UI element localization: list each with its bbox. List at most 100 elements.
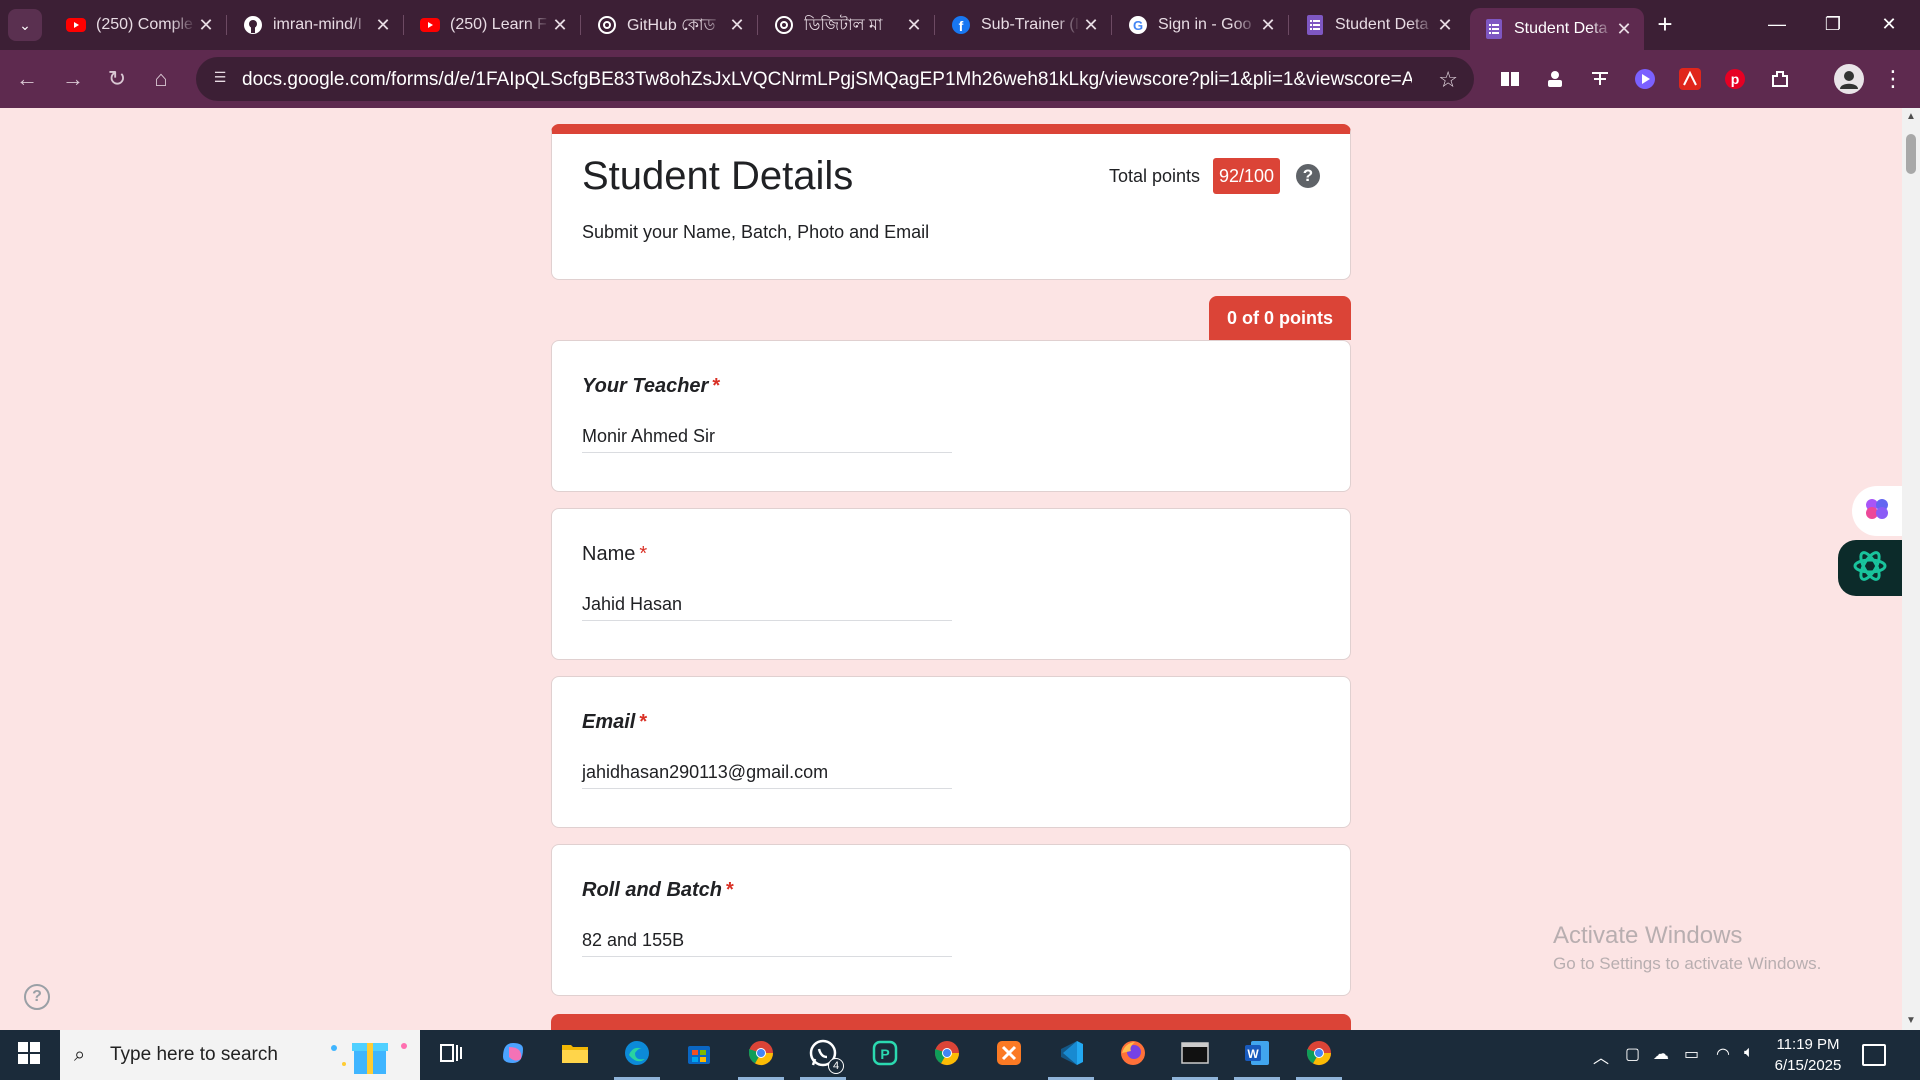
start-button[interactable] [0, 1030, 58, 1080]
battery-icon[interactable]: ▭ [1684, 1044, 1699, 1064]
browser-tab-active[interactable]: Student Deta ✕ [1470, 8, 1644, 50]
firefox-button[interactable] [1104, 1030, 1162, 1080]
translate-extension-icon[interactable] [1587, 66, 1613, 92]
reload-icon: ↻ [107, 66, 127, 91]
close-icon[interactable]: ✕ [1614, 19, 1634, 40]
xampp-icon [995, 1039, 1023, 1072]
vscode-button[interactable] [1042, 1030, 1100, 1080]
notification-badge: 4 [828, 1058, 844, 1074]
notification-center-icon[interactable] [1862, 1044, 1886, 1066]
pinterest-icon[interactable]: p [1722, 66, 1748, 92]
address-bar[interactable]: ☰ docs.google.com/forms/d/e/1FAIpQLScfgB… [196, 57, 1474, 101]
close-icon[interactable]: ✕ [904, 15, 924, 36]
chrome-button[interactable] [732, 1030, 790, 1080]
question-title: Email * [582, 711, 647, 734]
help-icon[interactable]: ? [1296, 164, 1320, 188]
wifi-icon[interactable]: ◠ [1716, 1044, 1730, 1064]
edge-button[interactable] [608, 1030, 666, 1080]
reload-button[interactable]: ↻ [102, 64, 132, 94]
taskbar-clock[interactable]: 11:19 PM 6/15/2025 [1770, 1034, 1846, 1076]
browser-tab[interactable]: ডিজিটাল মা ✕ [760, 8, 934, 42]
word-icon: W [1243, 1039, 1271, 1072]
close-icon[interactable]: ✕ [1435, 15, 1455, 36]
browser-tab[interactable]: f Sub-Trainer (I ✕ [937, 8, 1111, 42]
home-button[interactable]: ⌂ [146, 64, 176, 94]
form-header-card: Student Details Submit your Name, Batch,… [551, 124, 1351, 280]
svg-text:W: W [1247, 1047, 1259, 1061]
browser-tab[interactable]: imran-mind/I ✕ [229, 8, 403, 42]
browser-tab[interactable]: Student Deta ✕ [1291, 8, 1465, 42]
extension-icon[interactable] [1542, 66, 1568, 92]
close-window-button[interactable]: ✕ [1866, 8, 1912, 40]
vertical-scrollbar[interactable]: ▲ ▼ [1902, 108, 1920, 1030]
copilot-button[interactable] [484, 1030, 542, 1080]
forward-button[interactable]: → [58, 64, 88, 94]
onedrive-icon[interactable]: ☁ [1653, 1044, 1669, 1064]
browser-tab[interactable]: G Sign in - Goo ✕ [1114, 8, 1288, 42]
terminal-button[interactable] [1166, 1030, 1224, 1080]
volume-icon[interactable]: 🔈︎ [1744, 1044, 1754, 1062]
next-section-header [551, 1014, 1351, 1030]
close-icon[interactable]: ✕ [727, 15, 747, 36]
chrome-profile-button[interactable] [918, 1030, 976, 1080]
task-view-button[interactable] [422, 1030, 480, 1080]
xampp-button[interactable] [980, 1030, 1038, 1080]
profile-avatar[interactable] [1834, 64, 1864, 94]
close-icon[interactable]: ✕ [373, 15, 393, 36]
question-title: Your Teacher * [582, 375, 720, 398]
scroll-down-icon[interactable]: ▼ [1906, 1016, 1916, 1026]
file-explorer-button[interactable] [546, 1030, 604, 1080]
pycharm-button[interactable]: P [856, 1030, 914, 1080]
adobe-acrobat-icon[interactable] [1677, 66, 1703, 92]
browser-tab[interactable]: (250) Comple ✕ [52, 8, 226, 42]
microsoft-store-button[interactable] [670, 1030, 728, 1080]
terminal-icon [1181, 1041, 1209, 1069]
scrollbar-thumb[interactable] [1906, 134, 1916, 174]
word-button[interactable]: W [1228, 1030, 1286, 1080]
copilot-icon [499, 1039, 527, 1072]
google-forms-icon [1484, 19, 1504, 39]
back-button[interactable]: ← [12, 64, 42, 94]
extensions-puzzle-icon[interactable] [1767, 66, 1793, 92]
chrome-icon [747, 1039, 775, 1072]
chrome-profile-2-button[interactable] [1290, 1030, 1348, 1080]
firefox-icon [1119, 1039, 1147, 1072]
scroll-up-icon[interactable]: ▲ [1906, 112, 1916, 122]
media-extension-icon[interactable] [1632, 66, 1658, 92]
close-icon[interactable]: ✕ [1258, 15, 1278, 36]
close-icon[interactable]: ✕ [196, 15, 216, 36]
page-help-icon[interactable]: ? [24, 984, 50, 1010]
whatsapp-button[interactable]: 4 [794, 1030, 852, 1080]
close-icon[interactable]: ✕ [1081, 15, 1101, 36]
svg-text:p: p [1731, 71, 1740, 87]
question-card: Email * jahidhasan290113@gmail.com [551, 676, 1351, 828]
tab-title: Student Deta [1514, 20, 1608, 37]
tab-search-button[interactable]: ⌄ [8, 9, 42, 41]
tab-strip: ⌄ (250) Comple ✕ imran-mind/I ✕ (250) Le… [0, 0, 1920, 50]
question-card: Your Teacher * Monir Ahmed Sir [551, 340, 1351, 492]
restore-button[interactable]: ❐ [1810, 8, 1856, 40]
bookmark-star-icon[interactable]: ☆ [1438, 67, 1458, 93]
menu-kebab-icon[interactable]: ⋮ [1880, 66, 1906, 92]
svg-text:G: G [1133, 18, 1143, 33]
browser-tab[interactable]: GitHub কোড ✕ [583, 8, 757, 42]
google-icon: G [1128, 15, 1148, 35]
close-icon[interactable]: ✕ [550, 15, 570, 36]
meet-now-icon[interactable]: ▢ [1625, 1044, 1640, 1064]
watermark-title: Activate Windows [1553, 922, 1743, 949]
minimize-button[interactable]: — [1754, 8, 1800, 40]
svg-text:f: f [959, 18, 964, 34]
show-hidden-icons-icon[interactable]: ︿ [1593, 1044, 1609, 1068]
browser-tab[interactable]: (250) Learn F ✕ [406, 8, 580, 42]
question-card: Name * Jahid Hasan [551, 508, 1351, 660]
chatgpt-sidebar-button[interactable] [1838, 540, 1902, 596]
tab-divider [1111, 15, 1112, 35]
reading-mode-icon[interactable] [1497, 66, 1523, 92]
new-tab-button[interactable]: + [1650, 10, 1680, 40]
brain-icon [1864, 497, 1890, 526]
youtube-icon [420, 15, 440, 35]
url-text[interactable]: docs.google.com/forms/d/e/1FAIpQLScfgBE8… [242, 69, 1412, 91]
brain-extension-button[interactable] [1852, 486, 1902, 536]
taskbar-search[interactable]: ⌕ Type here to search [60, 1030, 420, 1080]
site-settings-icon[interactable]: ☰ [210, 69, 230, 89]
